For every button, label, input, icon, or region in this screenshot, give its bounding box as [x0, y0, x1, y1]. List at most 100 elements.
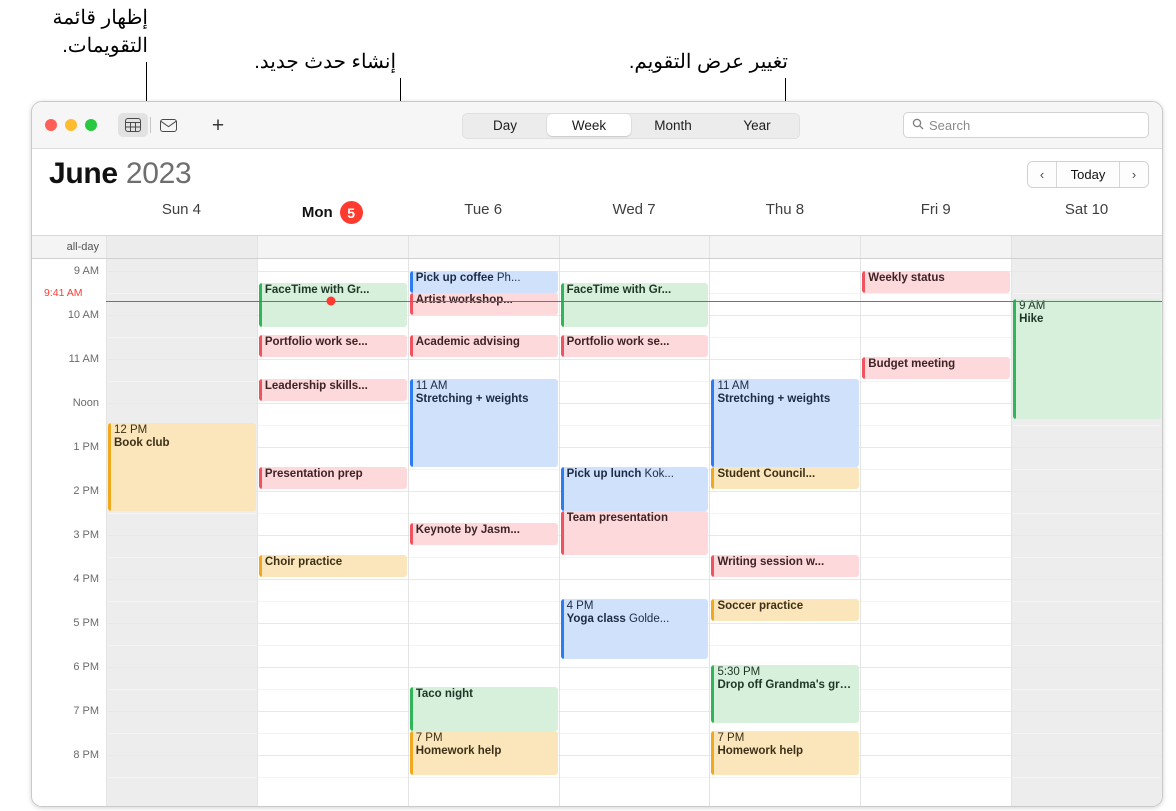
calendar-event[interactable]: Portfolio work se... — [560, 335, 709, 357]
inbox-button[interactable] — [153, 113, 183, 137]
new-event-button[interactable]: + — [205, 113, 231, 137]
event-title: Homework help — [717, 745, 804, 757]
calendar-event[interactable]: 11 AM Stretching + weights — [409, 379, 558, 467]
day-header-mon[interactable]: Mon 5 — [257, 201, 408, 224]
half-hour-gridline — [861, 293, 1012, 294]
next-week-button[interactable]: › — [1120, 162, 1148, 187]
calendar-event[interactable]: 12 PM Book club — [108, 423, 256, 511]
calendar-event[interactable]: 5:30 PMDrop off Grandma's groceries — [711, 665, 860, 723]
calendar-event[interactable]: Choir practice — [258, 555, 407, 577]
day-header-sat[interactable]: Sat 10 — [1011, 201, 1162, 218]
calendar-event[interactable]: 7 PM Homework help — [711, 731, 860, 775]
day-header-sun[interactable]: Sun 4 — [106, 201, 257, 218]
event-title: Writing session w... — [717, 556, 825, 568]
calendar-event[interactable]: Writing session w... — [711, 555, 860, 577]
calendar-event[interactable]: Pick up coffee Ph... — [409, 271, 558, 293]
calendar-event[interactable]: Taco night — [409, 687, 558, 731]
day-column-tue[interactable]: Pick up coffee Ph... Artist workshop... Ac… — [407, 259, 559, 806]
calendar-event[interactable]: Team presentation — [560, 511, 709, 555]
calendar-event[interactable]: Leadership skills... — [258, 379, 407, 401]
week-grid[interactable]: 9 AM 10 AM 11 AM Noon 1 PM 2 PM 3 PM 4 PM 5 PM 6 … — [32, 259, 1162, 806]
event-time: 7 PM — [415, 732, 443, 744]
day-column-fri[interactable]: Weekly status Budget meeting — [860, 259, 1012, 806]
half-hour-gridline — [257, 777, 408, 778]
hour-gridline — [861, 579, 1012, 580]
day-column-sun[interactable]: 12 PM Book club — [106, 259, 257, 806]
day-header-wed[interactable]: Wed 7 — [559, 201, 710, 218]
calendar-event[interactable]: FaceTime with Gr... — [560, 283, 709, 327]
event-title: Taco night — [415, 688, 473, 700]
calendar-event[interactable]: Artist workshop... — [409, 293, 558, 315]
half-hour-gridline — [1012, 645, 1162, 646]
all-day-cell-mon[interactable] — [256, 236, 408, 258]
view-tab-week[interactable]: Week — [547, 114, 631, 136]
half-hour-gridline — [1012, 513, 1162, 514]
calendar-event[interactable]: Portfolio work se... — [258, 335, 407, 357]
hour-gridline — [861, 491, 1012, 492]
day-header-thu[interactable]: Thu 8 — [709, 201, 860, 218]
day-column-wed[interactable]: FaceTime with Gr... Portfolio work se... P… — [558, 259, 710, 806]
search-field[interactable]: Search — [903, 112, 1149, 138]
all-day-cell-sun[interactable] — [106, 236, 257, 258]
hour-gridline — [710, 535, 861, 536]
view-tab-month[interactable]: Month — [631, 114, 715, 136]
calendar-event[interactable]: 11 AM Stretching + weights — [711, 379, 860, 467]
current-time-label: 9:41 AM — [44, 287, 83, 300]
event-color-bar — [409, 687, 413, 731]
annotation-change-view: تغيير عرض التقويم. — [628, 51, 788, 73]
half-hour-gridline — [408, 513, 559, 514]
hour-gridline — [710, 271, 861, 272]
day-column-mon[interactable]: FaceTime with Gr... Portfolio work se... L… — [256, 259, 408, 806]
calendar-event[interactable]: Weekly status — [862, 271, 1011, 293]
hour-gridline — [257, 623, 408, 624]
calendar-event[interactable]: Presentation prep — [258, 467, 407, 489]
event-title: Portfolio work se... — [566, 336, 670, 348]
hour-gridline — [257, 359, 408, 360]
all-day-cell-tue[interactable] — [407, 236, 559, 258]
day-header-tue[interactable]: Tue 6 — [408, 201, 559, 218]
previous-week-button[interactable]: ‹ — [1028, 162, 1056, 187]
event-color-bar — [711, 379, 715, 467]
view-segmented-control[interactable]: Day Week Month Year — [462, 113, 800, 139]
hour-gridline — [710, 491, 861, 492]
view-tab-day[interactable]: Day — [463, 114, 547, 136]
hour-gridline — [559, 579, 710, 580]
day-header-fri[interactable]: Fri 9 — [860, 201, 1011, 218]
half-hour-gridline — [107, 601, 257, 602]
calendar-event[interactable]: 4 PM Yoga class Golde... — [560, 599, 709, 659]
hour-gridline — [107, 755, 257, 756]
all-day-cell-fri[interactable] — [860, 236, 1011, 258]
all-day-cell-wed[interactable] — [558, 236, 710, 258]
event-time: 4 PM — [566, 600, 594, 612]
event-title: FaceTime with Gr... — [566, 284, 672, 296]
half-hour-gridline — [257, 645, 408, 646]
day-column-thu[interactable]: 11 AM Stretching + weights Student Council… — [709, 259, 861, 806]
all-day-cell-sat[interactable] — [1011, 236, 1162, 258]
half-hour-gridline — [107, 733, 257, 734]
annotation-layer: إظهار قائمة التقويمات. إنشاء حدث جديد. ت… — [0, 0, 1176, 115]
half-hour-gridline — [408, 601, 559, 602]
hour-gridline — [107, 711, 257, 712]
today-button[interactable]: Today — [1056, 162, 1120, 187]
calendar-event[interactable]: Budget meeting — [862, 357, 1011, 379]
inbox-icon — [159, 118, 177, 132]
calendar-event[interactable]: Pick up lunch Kok... — [560, 467, 709, 511]
calendar-event[interactable]: Keynote by Jasm... — [409, 523, 558, 545]
calendar-event[interactable]: Academic advising — [409, 335, 558, 357]
view-tab-year[interactable]: Year — [715, 114, 799, 136]
calendar-event[interactable]: 9 AM Hike — [1013, 299, 1162, 419]
calendar-event[interactable]: 7 PM Homework help — [409, 731, 558, 775]
hour-label: 5 PM — [73, 617, 99, 629]
calendar-event[interactable]: Soccer practice — [711, 599, 860, 621]
event-color-bar — [560, 511, 564, 555]
half-hour-gridline — [559, 425, 710, 426]
zoom-button[interactable] — [85, 119, 97, 131]
calendar-list-button[interactable] — [118, 113, 148, 137]
minimize-button[interactable] — [65, 119, 77, 131]
event-color-bar — [409, 271, 413, 293]
close-button[interactable] — [45, 119, 57, 131]
calendar-event[interactable]: Student Council... — [711, 467, 860, 489]
event-color-bar — [258, 467, 262, 489]
all-day-cell-thu[interactable] — [709, 236, 860, 258]
day-column-sat[interactable]: 9 AM Hike — [1011, 259, 1162, 806]
